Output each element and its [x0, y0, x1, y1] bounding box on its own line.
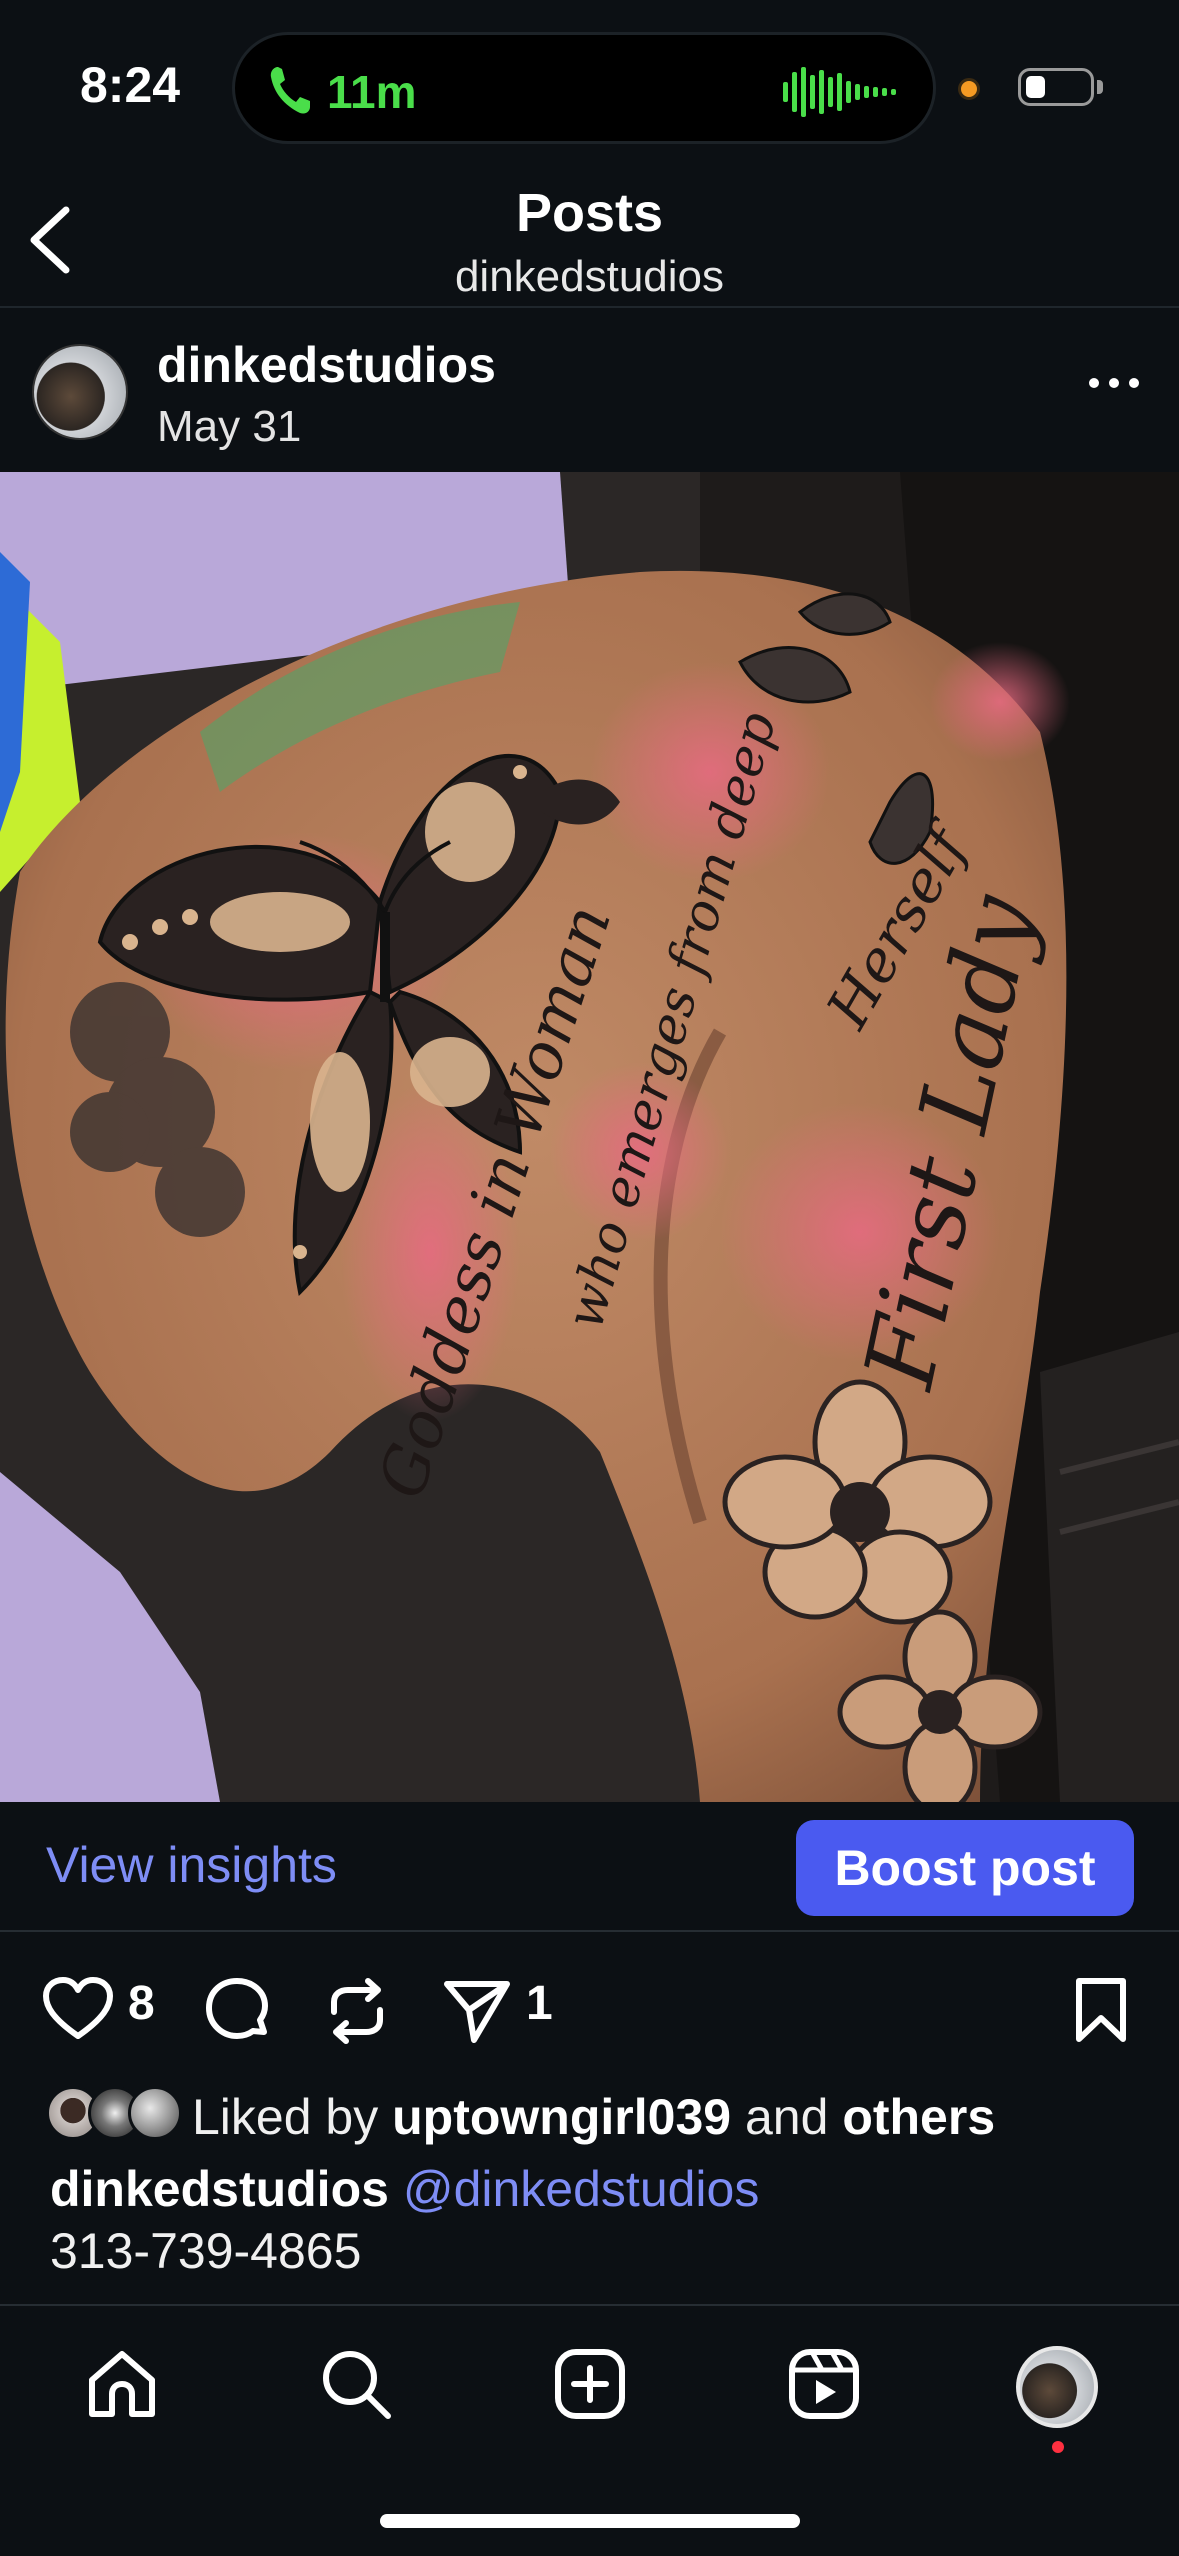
post-date: May 31	[157, 402, 302, 451]
page-subtitle[interactable]: dinkedstudios	[0, 252, 1179, 302]
comment-icon[interactable]	[202, 1976, 272, 2046]
notification-dot	[1052, 2441, 1064, 2453]
battery-icon	[1018, 68, 1094, 106]
tattoo-photo: Goddess in Woman who emerges from deep F…	[0, 472, 1179, 1802]
liked-by-row[interactable]: Liked by uptowngirl039 and others	[0, 2080, 1179, 2150]
bookmark-icon[interactable]	[1074, 1976, 1128, 2044]
caption-username[interactable]: dinkedstudios	[50, 2161, 389, 2217]
post-author-row: dinkedstudios May 31	[0, 310, 1179, 470]
liked-user[interactable]: uptowngirl039	[392, 2089, 731, 2145]
liker-avatar[interactable]	[128, 2086, 182, 2140]
insights-row: View insights Boost post	[0, 1802, 1179, 1932]
author-avatar[interactable]	[32, 344, 128, 440]
home-indicator[interactable]	[380, 2514, 800, 2528]
liked-prefix: Liked by	[192, 2089, 379, 2145]
phone-icon	[270, 67, 310, 114]
call-duration: 11m	[327, 66, 417, 118]
status-time: 8:24	[80, 57, 181, 113]
liked-connector: and	[744, 2089, 829, 2145]
reels-icon[interactable]	[786, 2346, 862, 2422]
search-icon[interactable]	[318, 2346, 394, 2422]
post-caption: dinkedstudios @dinkedstudios	[50, 2160, 759, 2218]
caption-mention[interactable]: @dinkedstudios	[403, 2161, 760, 2217]
liked-others[interactable]: others	[842, 2089, 995, 2145]
boost-post-button[interactable]: Boost post	[796, 1820, 1134, 1916]
home-icon[interactable]	[84, 2346, 160, 2422]
active-call-pill[interactable]: 11m	[232, 32, 936, 144]
audio-wave-icon	[783, 67, 896, 117]
heart-icon[interactable]	[42, 1976, 114, 2042]
battery-level	[1026, 76, 1045, 98]
view-insights-link[interactable]: View insights	[46, 1836, 337, 1894]
profile-avatar[interactable]	[1016, 2346, 1098, 2428]
battery-tip	[1097, 80, 1103, 94]
author-username[interactable]: dinkedstudios	[157, 336, 496, 394]
page-title: Posts	[515, 183, 664, 243]
share-count[interactable]: 1	[526, 1976, 553, 2031]
repost-icon[interactable]	[324, 1976, 390, 2046]
caption-phone[interactable]: 313-739-4865	[50, 2222, 361, 2280]
status-bar: 8:24 11m	[0, 0, 1179, 170]
page-header: Posts dinkedstudios	[0, 170, 1179, 308]
create-icon[interactable]	[552, 2346, 628, 2422]
ellipsis-icon[interactable]	[1084, 368, 1144, 398]
post-image[interactable]: Goddess in Woman who emerges from deep F…	[0, 472, 1179, 1802]
privacy-indicator-dot	[958, 78, 980, 100]
post-actions-row: 8 1	[0, 1936, 1179, 2076]
liked-by-text: Liked by uptowngirl039 and others	[192, 2088, 995, 2146]
like-count[interactable]: 8	[128, 1976, 155, 2031]
send-icon[interactable]	[442, 1976, 512, 2046]
